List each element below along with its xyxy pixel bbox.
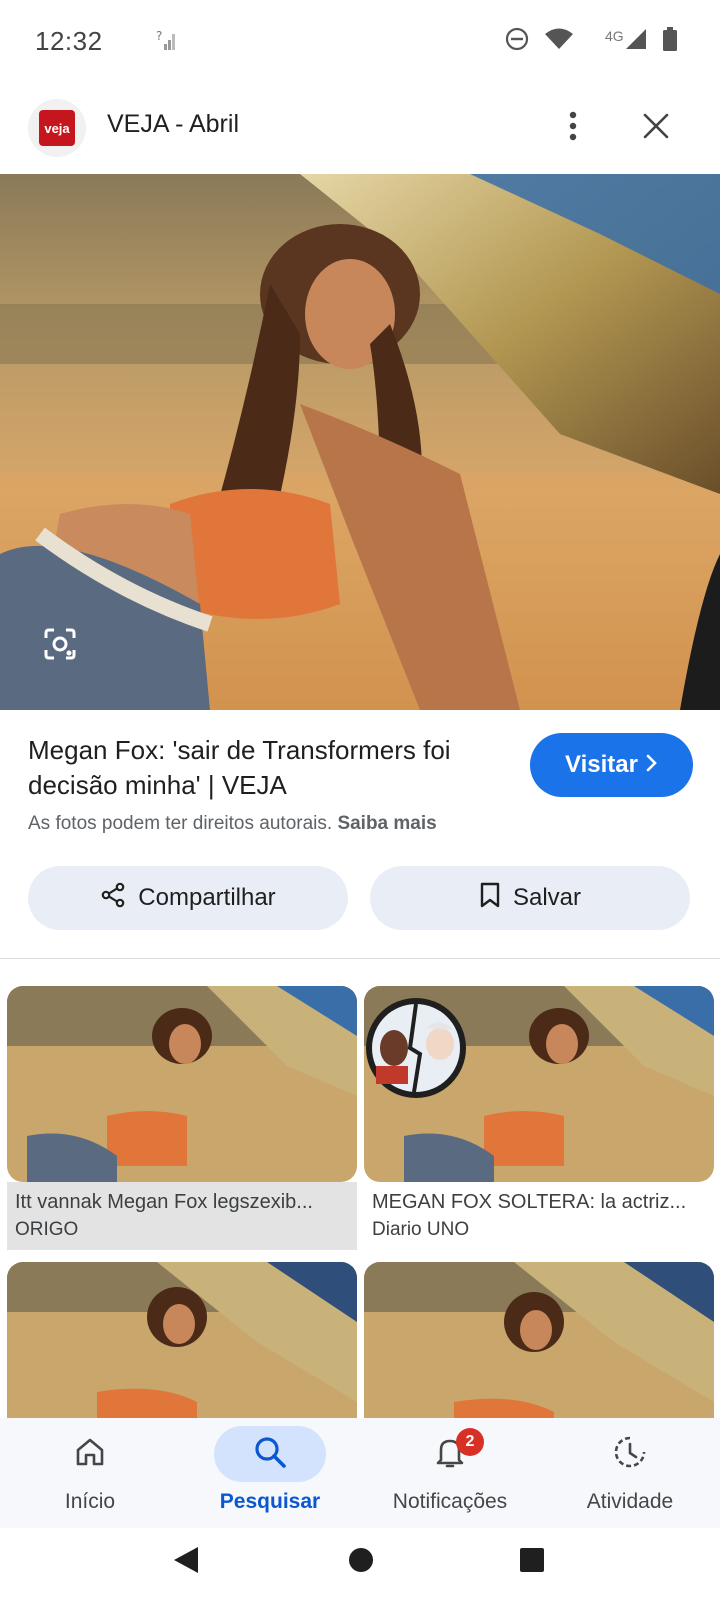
related-thumbnail xyxy=(364,986,714,1182)
signal-unknown-icon: ? xyxy=(156,28,178,57)
do-not-disturb-icon xyxy=(504,26,530,57)
related-title: MEGAN FOX SOLTERA: la actriz... xyxy=(372,1191,687,1213)
share-icon xyxy=(100,882,126,915)
google-lens-button[interactable] xyxy=(36,622,84,670)
nav-notifications[interactable]: 2 Notificações xyxy=(360,1418,540,1528)
back-triangle-icon xyxy=(172,1545,200,1580)
visit-label: Visitar xyxy=(565,751,638,778)
related-caption: MEGAN FOX SOLTERA: la actriz... Diario U… xyxy=(364,1182,714,1250)
more-vert-icon xyxy=(569,111,577,146)
share-label: Compartilhar xyxy=(138,884,276,911)
bookmark-icon xyxy=(479,882,501,915)
learn-more-link[interactable]: Saiba mais xyxy=(337,813,436,834)
site-logo: veja xyxy=(28,99,86,157)
recents-square-icon xyxy=(519,1547,545,1578)
save-button[interactable]: Salvar xyxy=(370,866,690,930)
notification-badge: 2 xyxy=(456,1428,484,1456)
visit-button[interactable]: Visitar xyxy=(530,733,693,797)
activity-icon xyxy=(613,1435,647,1474)
nav-home[interactable]: Início xyxy=(0,1418,180,1528)
related-caption: Itt vannak Megan Fox legszexib... ORIGO xyxy=(7,1182,357,1250)
nav-home-label: Início xyxy=(64,1490,116,1513)
related-result-card[interactable] xyxy=(7,1262,357,1442)
nav-search[interactable]: Pesquisar xyxy=(180,1418,360,1528)
related-source: Diario UNO xyxy=(372,1219,470,1240)
cell-signal-icon xyxy=(624,27,648,56)
site-title: VEJA - Abril xyxy=(107,110,239,138)
result-header: veja VEJA - Abril xyxy=(0,96,720,174)
related-result-card[interactable]: Itt vannak Megan Fox legszexib... ORIGO xyxy=(7,986,357,1250)
result-image[interactable] xyxy=(0,174,720,710)
related-thumbnail xyxy=(7,986,357,1182)
nav-notifications-label: Notificações xyxy=(392,1490,508,1513)
search-icon xyxy=(253,1435,287,1474)
bottom-navigation: Início Pesquisar 2 Notificações Atividad… xyxy=(0,1418,720,1528)
home-system-button[interactable] xyxy=(341,1542,381,1582)
close-icon xyxy=(643,113,669,144)
result-photo xyxy=(0,174,720,710)
nav-activity[interactable]: Atividade xyxy=(540,1418,720,1528)
wifi-icon xyxy=(544,27,574,56)
related-result-card[interactable]: MEGAN FOX SOLTERA: la actriz... Diario U… xyxy=(364,986,714,1250)
status-bar: 12:32 ? 4G xyxy=(0,0,720,84)
result-title[interactable]: Megan Fox: 'sair de Transformers foi dec… xyxy=(28,733,508,803)
recents-button[interactable] xyxy=(512,1542,552,1582)
related-source: ORIGO xyxy=(15,1219,79,1240)
network-type-label: 4G xyxy=(605,28,624,44)
nav-search-label: Pesquisar xyxy=(219,1490,321,1513)
battery-icon xyxy=(662,26,678,57)
related-result-card[interactable] xyxy=(364,1262,714,1442)
save-label: Salvar xyxy=(512,884,582,911)
lens-icon xyxy=(42,626,78,667)
related-title: Itt vannak Megan Fox legszexib... xyxy=(15,1191,313,1213)
chevron-right-icon xyxy=(646,751,658,779)
more-options-button[interactable] xyxy=(553,108,593,148)
veja-logo: veja xyxy=(39,110,75,146)
copyright-notice: As fotos podem ter direitos autorais. Sa… xyxy=(28,813,437,835)
system-navigation-bar xyxy=(0,1528,720,1600)
status-icons xyxy=(504,26,678,57)
related-thumbnail xyxy=(364,1262,714,1442)
back-button[interactable] xyxy=(166,1542,206,1582)
related-thumbnail xyxy=(7,1262,357,1442)
section-divider xyxy=(0,958,720,959)
svg-text:?: ? xyxy=(156,29,162,43)
nav-activity-label: Atividade xyxy=(586,1490,674,1513)
close-button[interactable] xyxy=(636,108,676,148)
home-circle-icon xyxy=(347,1546,375,1579)
copyright-text: As fotos podem ter direitos autorais. xyxy=(28,813,333,834)
share-button[interactable]: Compartilhar xyxy=(28,866,348,930)
status-time: 12:32 xyxy=(35,26,103,56)
home-icon xyxy=(74,1436,106,1473)
